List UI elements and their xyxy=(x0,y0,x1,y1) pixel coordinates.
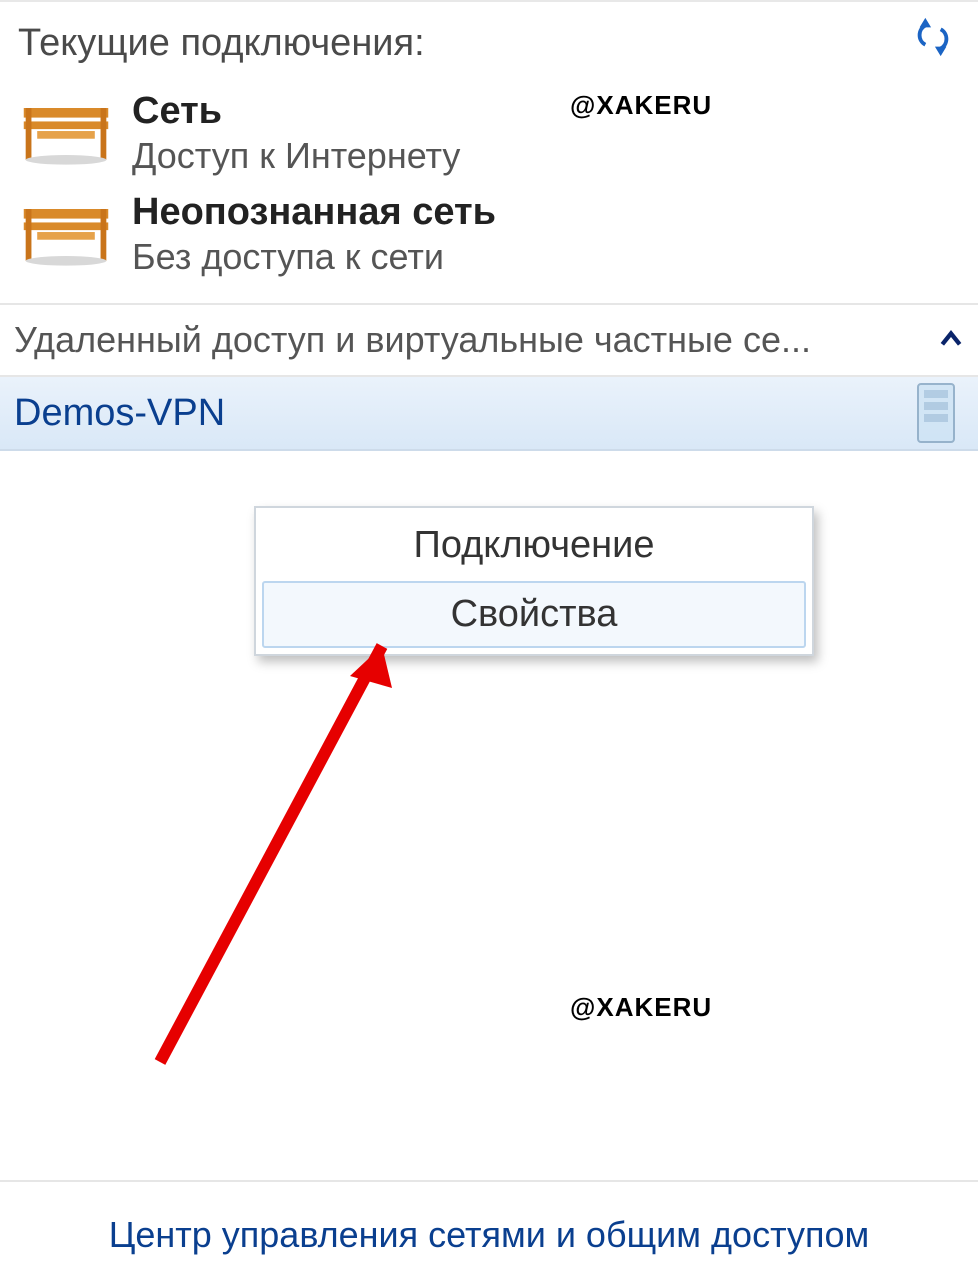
network-title: Сеть xyxy=(132,91,460,133)
bench-icon xyxy=(18,198,114,268)
bench-icon xyxy=(18,97,114,167)
network-item[interactable]: Сеть Доступ к Интернету xyxy=(0,83,978,184)
section-header-label: Удаленный доступ и виртуальные частные с… xyxy=(14,319,811,361)
vpn-connection-item[interactable]: Demos-VPN xyxy=(0,377,978,451)
menu-item-properties[interactable]: Свойства xyxy=(262,581,806,648)
vpn-server-icon xyxy=(908,380,964,446)
chevron-up-icon xyxy=(938,327,964,353)
section-header-remote-access[interactable]: Удаленный доступ и виртуальные частные с… xyxy=(0,303,978,377)
network-item[interactable]: Неопознанная сеть Без доступа к сети xyxy=(0,184,978,285)
divider xyxy=(0,1180,978,1182)
network-center-link[interactable]: Центр управления сетями и общим доступом xyxy=(0,1214,978,1256)
context-menu: Подключение Свойства xyxy=(254,506,814,656)
menu-item-connect[interactable]: Подключение xyxy=(262,514,806,577)
network-sub: Доступ к Интернету xyxy=(132,135,460,176)
network-title: Неопознанная сеть xyxy=(132,192,496,234)
vpn-connection-name: Demos-VPN xyxy=(14,392,225,435)
watermark: @XAKERU xyxy=(570,992,712,1023)
current-connections-heading: Текущие подключения: xyxy=(0,2,978,83)
annotation-arrow xyxy=(120,602,440,1082)
network-sub: Без доступа к сети xyxy=(132,236,496,277)
watermark: @XAKERU xyxy=(570,90,712,121)
refresh-icon[interactable] xyxy=(910,14,956,60)
